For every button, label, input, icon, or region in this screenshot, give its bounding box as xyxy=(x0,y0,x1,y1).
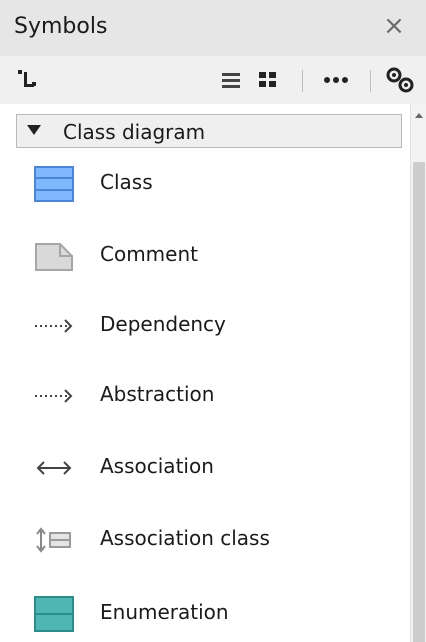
more-button[interactable] xyxy=(316,56,356,104)
association-class-icon xyxy=(34,522,74,558)
symbols-list: Class diagram Class Comment Dependency A… xyxy=(0,104,410,642)
panel-toolbar xyxy=(0,56,426,105)
toolbar-separator xyxy=(302,70,303,92)
grid-view-icon xyxy=(259,72,276,87)
group-header-label: Class diagram xyxy=(63,120,206,144)
symbol-item-label: Dependency xyxy=(100,312,226,336)
grid-view-button[interactable] xyxy=(252,56,284,104)
class-icon xyxy=(34,166,74,202)
list-view-button[interactable] xyxy=(215,56,247,104)
symbol-item-label: Enumeration xyxy=(100,600,229,624)
panel-titlebar: Symbols × xyxy=(0,0,426,57)
list-view-icon xyxy=(222,73,240,88)
structure-icon xyxy=(18,70,36,87)
symbol-item-dependency[interactable]: Dependency xyxy=(16,302,402,350)
symbol-item-comment[interactable]: Comment xyxy=(16,232,402,280)
symbol-item-label: Abstraction xyxy=(100,382,215,406)
settings-icon xyxy=(386,67,414,93)
scroll-thumb[interactable] xyxy=(413,162,425,642)
toolbar-separator xyxy=(370,70,371,92)
comment-icon xyxy=(34,238,74,274)
symbol-item-label: Association xyxy=(100,454,214,478)
symbol-item-label: Class xyxy=(100,170,153,194)
dependency-arrow-icon xyxy=(34,308,74,344)
symbol-item-class[interactable]: Class xyxy=(16,160,402,208)
group-header-class-diagram[interactable]: Class diagram xyxy=(16,114,402,148)
expand-triangle-icon[interactable] xyxy=(27,125,41,135)
symbol-item-label: Association class xyxy=(100,526,270,550)
scroll-up-icon xyxy=(415,113,423,118)
symbols-panel: Symbols × Class diagram Class Comment De… xyxy=(0,0,426,642)
symbol-item-label: Comment xyxy=(100,242,198,266)
settings-button[interactable] xyxy=(380,56,420,104)
enumeration-icon xyxy=(34,596,74,632)
close-button[interactable]: × xyxy=(380,10,408,42)
scroll-up-button[interactable] xyxy=(411,104,426,126)
symbol-item-enumeration[interactable]: Enumeration xyxy=(16,590,402,638)
symbol-item-association-class[interactable]: Association class xyxy=(16,516,402,564)
association-arrow-icon xyxy=(34,450,74,486)
structure-button[interactable] xyxy=(10,56,44,104)
vertical-scrollbar[interactable] xyxy=(410,104,426,642)
more-icon xyxy=(324,77,348,83)
symbol-item-abstraction[interactable]: Abstraction xyxy=(16,372,402,420)
symbol-item-association[interactable]: Association xyxy=(16,444,402,492)
abstraction-arrow-icon xyxy=(34,378,74,414)
panel-title: Symbols xyxy=(14,14,108,39)
